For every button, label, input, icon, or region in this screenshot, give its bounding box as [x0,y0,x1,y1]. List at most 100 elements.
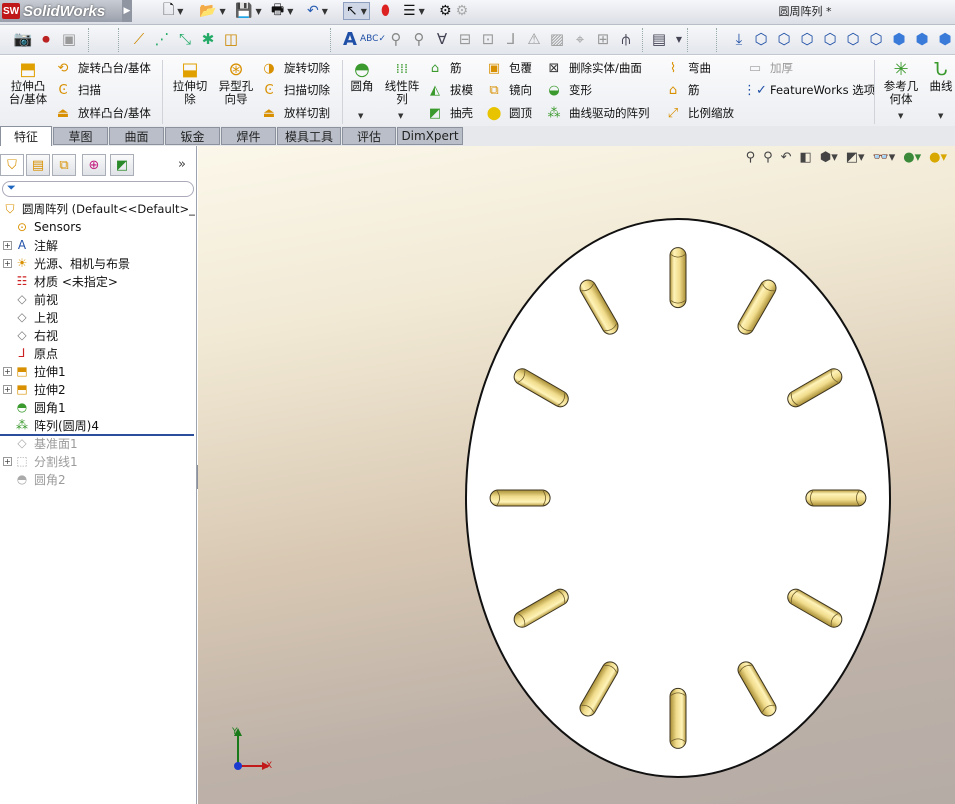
pattern-slot[interactable] [669,247,687,309]
deform-button[interactable]: ◒ 变形 [545,81,592,99]
rebuild-button[interactable]: ⬮ [381,2,390,20]
tree-item[interactable]: ⊙ Sensors [3,218,199,236]
swept-cut-button[interactable]: Ͼ 扫描切除 [260,81,330,99]
back-view-icon[interactable]: ⬡ [775,30,793,48]
weld-symbol-icon[interactable]: ⫛ [617,30,635,48]
tree-item[interactable]: + ⬒ 拉伸1 [3,362,199,380]
expand-panel-icon[interactable]: » [178,157,186,172]
normal-to-icon[interactable]: ⤓ [730,30,748,48]
expand-toggle-icon[interactable]: + [3,366,12,376]
hole-wizard-button[interactable]: ⊛ 异型孔 向导 [214,58,258,106]
point-icon[interactable]: ✱ [199,30,217,48]
block-icon[interactable]: ⊡ [479,30,497,48]
pattern-slot[interactable] [805,489,867,507]
datum-icon[interactable]: ⊞ [594,30,612,48]
pattern-slot[interactable] [489,489,551,507]
tree-item[interactable]: ◓ 圆角2 [3,470,199,488]
reference-geometry-dropdown-icon[interactable]: ▼ [898,112,903,120]
property-manager-tab[interactable]: ▤ [26,154,50,176]
tab-features[interactable]: 特征 [0,126,52,146]
expand-toggle-icon[interactable]: + [3,384,12,394]
flex-button[interactable]: ⌇ 弯曲 [664,59,711,77]
reference-geometry-button[interactable]: ✳ 参考几 何体 [879,58,923,106]
tab-surfaces[interactable]: 曲面 [109,127,164,145]
table-insert-icon[interactable]: ▤ [650,30,668,48]
rib-2-button[interactable]: ⌂ 筋 [664,81,700,99]
fillet-dropdown-icon[interactable]: ▼ [358,112,363,120]
table-icon[interactable]: ⊟ [456,30,474,48]
file-properties-button[interactable]: ☰ ▼ [403,2,425,20]
tab-mold-tools[interactable]: 模具工具 [277,127,341,145]
center-mark-icon[interactable]: ⌖ [571,30,589,48]
top-view-icon[interactable]: ⬡ [844,30,862,48]
menu-expand-arrow-icon[interactable]: ▶ [122,0,132,22]
open-button[interactable]: 📂 ▼ [199,2,226,20]
rapid-sketch-icon[interactable]: ◫ [222,30,240,48]
dimetric-view-icon[interactable]: ⬢ [936,30,954,48]
note-text-icon[interactable]: A [341,29,359,50]
tab-evaluate[interactable]: 评估 [342,127,396,145]
thicken-button[interactable]: ▭ 加厚 [746,59,793,77]
front-view-icon[interactable]: ⬡ [752,30,770,48]
record-macro-icon[interactable]: ⏺ [37,30,55,48]
dome-button[interactable]: ⬤ 圆顶 [485,104,532,122]
feature-manager-tab[interactable]: ⛉ [0,154,24,176]
undo-button[interactable]: ↶ ▼ [307,2,328,20]
wrap-button[interactable]: ▣ 包覆 [485,59,532,77]
expand-toggle-icon[interactable]: + [3,258,12,268]
save-button[interactable]: 💾 ▼ [235,2,262,20]
tab-weldments[interactable]: 焊件 [221,127,276,145]
scale-button[interactable]: ⤢ 比例缩放 [664,104,734,122]
tree-item[interactable]: ⅃ 原点 [3,344,199,362]
bottom-view-icon[interactable]: ⬡ [867,30,885,48]
tree-filter-field[interactable]: ⏷ [2,181,194,197]
curves-button[interactable]: Ն 曲线 [925,58,955,93]
isometric-view-icon[interactable]: ⬢ [890,30,908,48]
tab-sheet-metal[interactable]: 钣金 [165,127,220,145]
right-view-icon[interactable]: ⬡ [821,30,839,48]
tree-item[interactable]: ◓ 圆角1 [3,398,199,416]
trimetric-view-icon[interactable]: ⬢ [913,30,931,48]
tree-item[interactable]: ◇ 右视 [3,326,199,344]
rollback-bar[interactable] [0,434,194,436]
select-button[interactable]: ↖ ▼ [343,2,370,20]
hatch-icon[interactable]: ▨ [548,30,566,48]
tree-item[interactable]: ◇ 基准面1 [3,434,199,452]
tree-item[interactable]: + ⬚ 分割线1 [3,452,199,470]
pattern-dropdown-icon[interactable]: ▼ [398,112,403,120]
revolved-cut-button[interactable]: ◑ 旋转切除 [260,59,330,77]
tab-dimxpert[interactable]: DimXpert [397,127,463,145]
print-button[interactable]: 🖶 ▼ [271,2,293,20]
extruded-cut-button[interactable]: ⬓ 拉伸切 除 [168,58,212,106]
shell-button[interactable]: ◩ 抽壳 [426,104,473,122]
table-dropdown-icon[interactable]: ▼ [670,30,688,48]
expand-toggle-icon[interactable]: + [3,240,12,250]
tree-item[interactable]: ◇ 上视 [3,308,199,326]
expand-toggle-icon[interactable]: + [3,456,12,466]
tab-sketch[interactable]: 草图 [53,127,108,145]
sketch-line-icon[interactable]: ⟋ [130,30,148,48]
camera-icon[interactable]: 📷 [14,30,33,48]
warning-icon[interactable]: ⚠ [525,30,543,48]
spell-check-icon[interactable]: ABC✓ [360,30,386,48]
display-manager-tab[interactable]: ◩ [110,154,134,176]
tree-item[interactable]: + ☀ 光源、相机与布景 [3,254,199,272]
tree-item[interactable]: ☷ 材质 <未指定> [3,272,199,290]
fillet-button[interactable]: ◓ 圆角 [345,58,379,93]
tree-item[interactable]: ◇ 前视 [3,290,199,308]
tree-item[interactable]: + A 注解 [3,236,199,254]
loft-button[interactable]: ⏏ 放样凸台/基体 [54,104,151,122]
draft-button[interactable]: ◭ 拔模 [426,81,473,99]
pattern-slot[interactable] [669,687,687,749]
centerline-icon[interactable]: ⋰ [153,30,171,48]
rib-button[interactable]: ⌂ 筋 [426,59,462,77]
zoom-search-icon[interactable]: ⚲ [387,30,405,48]
sweep-button[interactable]: Ͼ 扫描 [54,81,101,99]
options-button[interactable]: ⚙ ⚙ [439,2,468,20]
graphics-viewport[interactable]: ⚲ ⚲ ↶ ◧ ⬢▾ ◩▾ 👓▾ ●▾ ●▾ Y X [198,146,955,804]
surface-finish-icon[interactable]: ⅃ [502,30,520,48]
lofted-cut-button[interactable]: ⏏ 放样切割 [260,104,330,122]
revolved-boss-button[interactable]: ⟲ 旋转凸台/基体 [54,59,151,77]
new-document-button[interactable]: 🗋 ▼ [163,2,183,20]
delete-body-button[interactable]: ⊠ 删除实体/曲面 [545,59,642,77]
